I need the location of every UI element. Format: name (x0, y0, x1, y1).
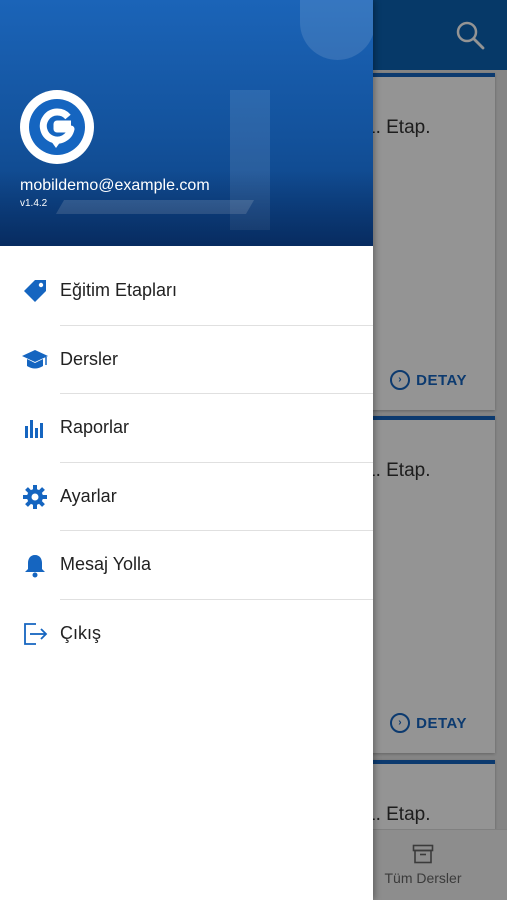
menu-item-send-message[interactable]: Mesaj Yolla (0, 531, 373, 600)
navigation-drawer: mobildemo@example.com v1.4.2 Eğitim Etap… (0, 0, 373, 900)
menu-item-settings[interactable]: Ayarlar (0, 463, 373, 531)
drawer-menu: Eğitim Etapları Dersler Raporlar Ayarlar… (0, 257, 373, 668)
menu-item-label: Eğitim Etapları (60, 280, 178, 300)
bell-icon (21, 551, 49, 579)
menu-item-logout[interactable]: Çıkış (0, 600, 373, 669)
menu-item-courses[interactable]: Dersler (0, 326, 373, 394)
drawer-header: mobildemo@example.com v1.4.2 (0, 0, 373, 246)
gear-icon (21, 483, 49, 511)
bar-chart-icon (21, 414, 49, 442)
menu-item-reports[interactable]: Raporlar (0, 394, 373, 463)
tag-icon (21, 277, 49, 305)
menu-item-label: Raporlar (60, 417, 130, 437)
user-email: mobildemo@example.com (20, 177, 210, 194)
header-background-image (300, 0, 373, 60)
menu-item-label: Çıkış (60, 622, 102, 643)
menu-item-training-stages[interactable]: Eğitim Etapları (0, 257, 373, 326)
app-logo (20, 90, 94, 164)
logout-icon (21, 620, 49, 648)
menu-item-label: Ayarlar (60, 485, 117, 506)
app-version: v1.4.2 (20, 198, 48, 209)
menu-item-label: Mesaj Yolla (60, 554, 152, 574)
graduation-cap-icon (21, 346, 49, 374)
menu-item-label: Dersler (60, 348, 119, 369)
